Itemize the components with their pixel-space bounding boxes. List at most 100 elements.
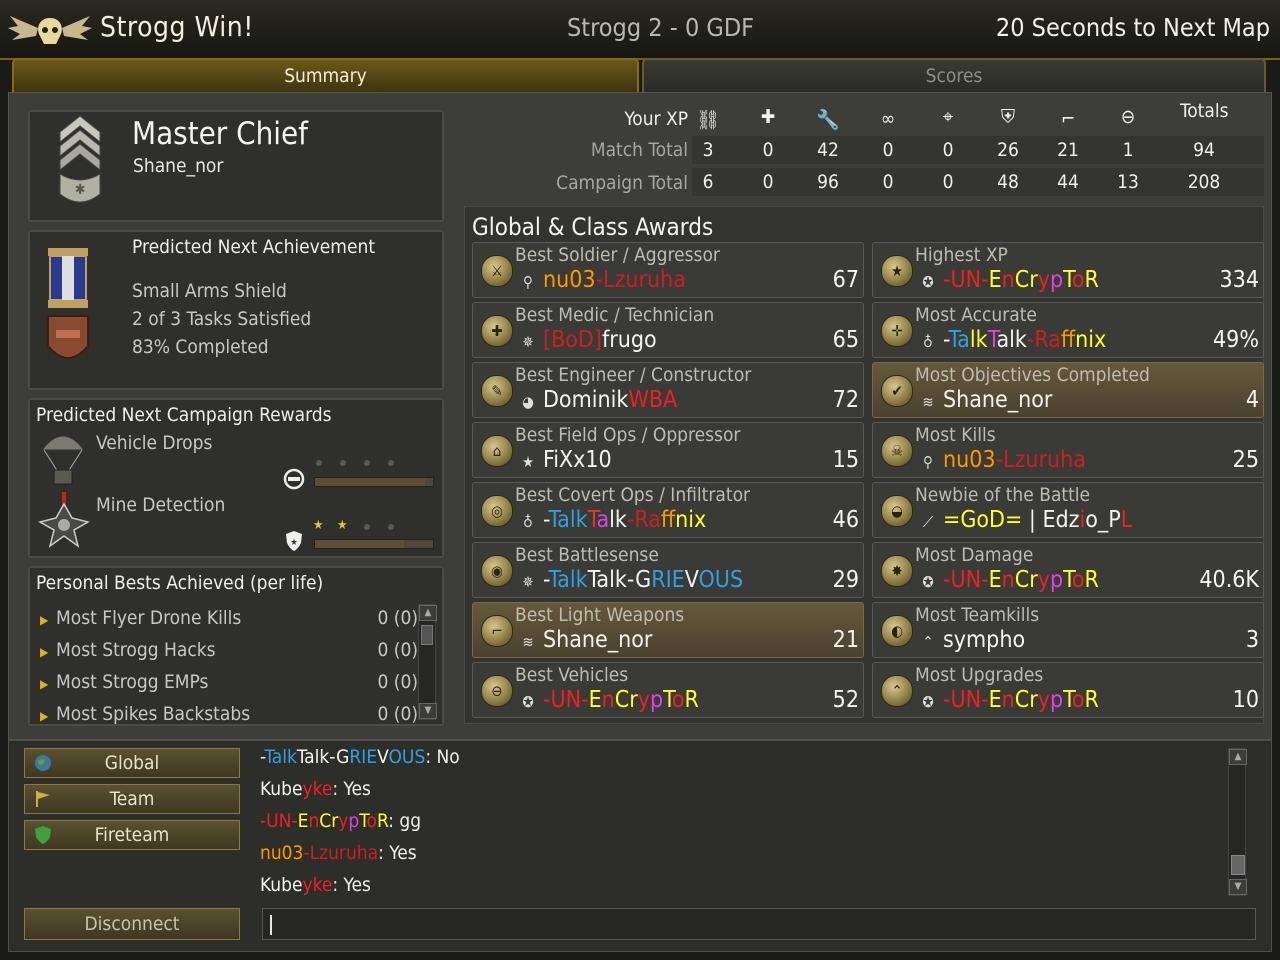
chat-message-text: : gg xyxy=(388,810,422,832)
star-slot-icon xyxy=(340,460,346,466)
name-segment: E xyxy=(988,267,1002,293)
award-title: Best Field Ops / Oppressor xyxy=(515,424,741,446)
name-segment: n xyxy=(1001,567,1015,593)
best-label: Most Flyer Drone Kills xyxy=(56,607,242,629)
name-segment: L xyxy=(1120,507,1133,533)
scroll-down-button[interactable]: ▼ xyxy=(419,703,437,719)
rewards-heading: Predicted Next Campaign Rewards xyxy=(36,404,332,426)
achievement-medals-icon xyxy=(47,248,89,359)
strogg-winged-skull-icon xyxy=(8,16,92,44)
covertops-emblem-icon: ◎ xyxy=(481,495,513,527)
chat-message-text: : No xyxy=(425,746,460,768)
award-card: ◒ Newbie of the Battle ⟋ =GoD= | Edzio_PL xyxy=(872,482,1264,538)
best-value: 0 (0) xyxy=(377,703,418,724)
bullet-triangle-icon: ▶ xyxy=(40,677,49,691)
mine-icon xyxy=(38,492,90,548)
xp-cell: 42 xyxy=(817,139,839,161)
name-segment: nix xyxy=(675,507,707,533)
name-segment: -UN- xyxy=(943,567,989,593)
award-title: Best Vehicles xyxy=(515,664,629,686)
award-title: Best Medic / Technician xyxy=(515,304,715,326)
bullet-triangle-icon: ▶ xyxy=(40,709,49,723)
achievement-name: Small Arms Shield xyxy=(132,280,287,302)
name-segment: Cr xyxy=(1014,567,1038,593)
vehicles-icon: ⊖ xyxy=(1120,106,1136,128)
name-segment: T xyxy=(1063,687,1072,713)
chat-channel-fireteam-button[interactable]: Fireteam xyxy=(24,820,240,850)
award-title: Best Light Weapons xyxy=(515,604,685,626)
name-segment: Kube xyxy=(260,778,303,800)
chat-scrollbar[interactable]: ▲ ▼ xyxy=(1228,748,1247,896)
award-value: 65 xyxy=(832,327,859,353)
name-segment: yke xyxy=(302,874,333,896)
award-title: Best Covert Ops / Infiltrator xyxy=(515,484,751,506)
gun-icon: ⌐ xyxy=(1060,108,1076,130)
general-star-icon: ✵ xyxy=(522,573,534,591)
xp-cell: 48 xyxy=(997,171,1019,193)
name-segment: Cr xyxy=(614,687,638,713)
chat-message: -TalkTalk-GRIEVOUS: No xyxy=(260,746,460,768)
name-segment: -UN- xyxy=(943,267,989,293)
tab-summary[interactable]: Summary xyxy=(12,58,639,92)
chat-message: Kubeyke: Yes xyxy=(260,778,371,800)
award-value: 40.6K xyxy=(1199,567,1259,593)
svg-text:★: ★ xyxy=(290,538,297,548)
name-segment: Shane_nor xyxy=(943,387,1053,413)
name-segment: alk xyxy=(996,327,1027,353)
scroll-down-button[interactable]: ▼ xyxy=(1229,879,1247,895)
award-title: Best Engineer / Constructor xyxy=(515,364,752,386)
award-player-name: Shane_nor xyxy=(943,387,1052,413)
chat-input[interactable] xyxy=(262,908,1256,940)
medic-cross-icon: ✚ xyxy=(760,106,776,128)
award-player-name: -UN-EnCrypToR xyxy=(943,567,1099,593)
scroll-up-button[interactable]: ▲ xyxy=(419,605,437,621)
name-segment: y xyxy=(1037,267,1050,293)
name-segment: p xyxy=(1049,687,1064,713)
battlesense-emblem-icon: ◉ xyxy=(481,555,513,587)
star-circle-rank-icon: ✪ xyxy=(922,273,934,291)
award-title: Newbie of the Battle xyxy=(915,484,1091,506)
name-segment: Kube xyxy=(260,874,303,896)
name-segment: E xyxy=(588,687,602,713)
medal-rank-icon: ♁ xyxy=(923,333,933,351)
svg-text:✱: ✱ xyxy=(75,182,86,198)
medal-rank-icon: ♁ xyxy=(523,513,533,531)
scroll-thumb[interactable] xyxy=(1231,855,1245,875)
best-value: 0 (0) xyxy=(377,639,418,661)
personal-bests-scrollbar[interactable]: ▲ ▼ xyxy=(418,604,437,720)
feather-rank-icon: ⟋ xyxy=(922,513,934,531)
reward-mine-detection: Mine Detection xyxy=(96,494,226,516)
reward-vehicle-progress xyxy=(314,477,434,487)
star-circle-rank-icon: ✪ xyxy=(922,693,934,711)
tab-scores[interactable]: Scores xyxy=(642,58,1266,92)
award-title: Most Upgrades xyxy=(915,664,1044,686)
chat-channel-team-button[interactable]: Team xyxy=(24,784,240,814)
name-segment: p xyxy=(1049,567,1064,593)
name-segment: Talk xyxy=(264,746,297,768)
name-segment: Cr xyxy=(319,810,339,832)
upgrade-emblem-icon: ⌃ xyxy=(881,675,913,707)
master-chief-rank-icon: ≋ xyxy=(922,393,934,411)
personal-bests-heading: Personal Bests Achieved (per life) xyxy=(36,572,324,594)
star-circle-rank-icon: ✪ xyxy=(922,573,934,591)
scroll-up-button[interactable]: ▲ xyxy=(1229,749,1247,765)
scroll-thumb[interactable] xyxy=(421,625,433,645)
disconnect-button[interactable]: Disconnect xyxy=(24,908,240,940)
name-segment: a xyxy=(596,507,610,533)
name-segment: E xyxy=(988,687,1002,713)
name-segment: R xyxy=(376,810,389,832)
award-title: Most Teamkills xyxy=(915,604,1040,626)
player-name: Shane_nor xyxy=(133,155,224,177)
name-segment: -UN- xyxy=(260,810,298,832)
award-player-name: -UN-EnCrypToR xyxy=(543,687,699,713)
soldier-emblem-icon: ⚔ xyxy=(481,255,513,287)
award-player-name: =GoD= | Edzio_PL xyxy=(943,507,1132,533)
chat-channel-global-button[interactable]: Global xyxy=(24,748,240,778)
name-segment: E xyxy=(1042,507,1056,533)
star-filled-icon: ★ xyxy=(337,518,348,533)
award-title: Most Kills xyxy=(915,424,996,446)
private-rank-icon: ⚲ xyxy=(923,453,933,471)
award-card: ⊖ Best Vehicles ✪ -UN-EnCrypToR 52 xyxy=(472,662,864,718)
award-title: Most Objectives Completed xyxy=(915,364,1150,386)
name-segment: Talk xyxy=(548,507,588,533)
